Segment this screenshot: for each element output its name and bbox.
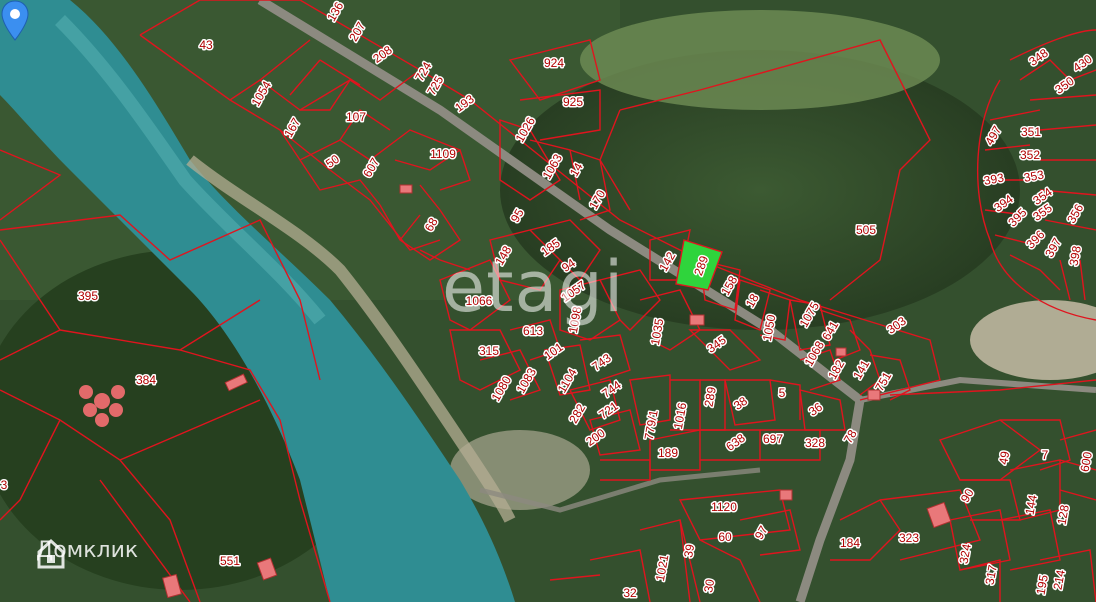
- parcel-label: 30: [701, 578, 717, 594]
- parcel-label: 352: [1020, 148, 1040, 162]
- parcel-label: 5: [779, 386, 786, 400]
- parcel-label: 697: [763, 432, 783, 446]
- parcel-label: 43: [199, 38, 213, 52]
- parcel-label: 384: [136, 373, 156, 387]
- parcel-label: 351: [1021, 125, 1041, 139]
- parcel-label: 323: [899, 531, 919, 545]
- parcel-label: 505: [856, 223, 876, 237]
- parcel-label: 39: [681, 543, 697, 559]
- parcel-label: 1120: [711, 500, 737, 514]
- parcel-label: 1109: [430, 147, 456, 161]
- parcel-label: 551: [220, 554, 240, 568]
- parcel-label: 328: [805, 436, 825, 450]
- parcel-label: 315: [479, 344, 499, 358]
- parcel-label: 925: [563, 95, 583, 109]
- domclick-brand[interactable]: Домклик: [36, 538, 138, 569]
- parcel-label: 7: [1042, 448, 1049, 462]
- map-view[interactable]: 136 207 208 724 725 193 43 1054 107 167 50 607 1109 9…: [0, 0, 1096, 602]
- parcel-label: 3: [1, 478, 8, 492]
- parcel-label: 60: [718, 530, 732, 544]
- meadow: [580, 10, 940, 110]
- parcel-label: 924: [544, 56, 564, 70]
- parcel-label: 189: [658, 446, 678, 460]
- etagi-watermark: etagi: [442, 246, 625, 328]
- parcel-label: 49: [996, 450, 1012, 466]
- house-logo-icon: [37, 538, 65, 569]
- parcel-label: 395: [78, 289, 98, 303]
- location-pin-icon[interactable]: [0, 0, 30, 42]
- parcel-label: 184: [840, 536, 860, 550]
- parcel-label: 107: [346, 110, 366, 124]
- parcel-label: 32: [623, 586, 637, 600]
